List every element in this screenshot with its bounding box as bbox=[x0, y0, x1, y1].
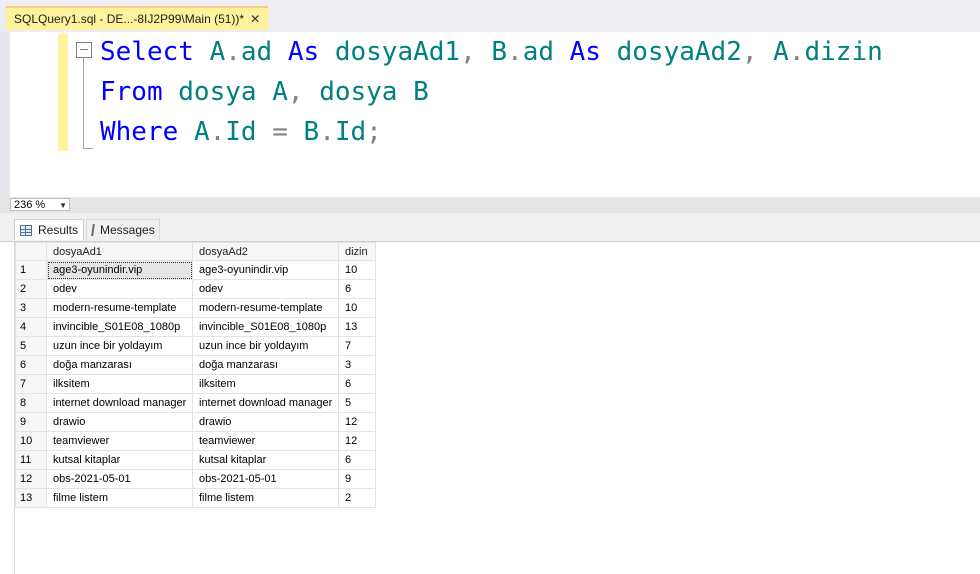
row-number[interactable]: 7 bbox=[15, 374, 47, 394]
outline-end bbox=[83, 148, 93, 149]
cell-dosyaAd1[interactable]: obs-2021-05-01 bbox=[46, 469, 193, 489]
row-number[interactable]: 8 bbox=[15, 393, 47, 413]
table-row[interactable]: 10 teamviewer teamviewer 12 bbox=[15, 431, 376, 451]
cell-dizin[interactable]: 7 bbox=[338, 336, 376, 356]
table-row[interactable]: 2 odev odev 6 bbox=[15, 279, 376, 299]
cell-dosyaAd1[interactable]: teamviewer bbox=[46, 431, 193, 451]
cell-dosyaAd2[interactable]: obs-2021-05-01 bbox=[192, 469, 339, 489]
table-row[interactable]: 1 age3-oyunindir.vip age3-oyunindir.vip 10 bbox=[15, 260, 376, 280]
cell-dosyaAd1[interactable]: kutsal kitaplar bbox=[46, 450, 193, 470]
cell-dosyaAd2[interactable]: internet download manager bbox=[192, 393, 339, 413]
cell-dizin[interactable]: 6 bbox=[338, 279, 376, 299]
row-number[interactable]: 13 bbox=[15, 488, 47, 508]
cell-dosyaAd1[interactable]: doğa manzarası bbox=[46, 355, 193, 375]
cell-dosyaAd2[interactable]: teamviewer bbox=[192, 431, 339, 451]
table-row[interactable]: 6 doğa manzarası doğa manzarası 3 bbox=[15, 355, 376, 375]
cell-dizin[interactable]: 12 bbox=[338, 412, 376, 432]
editor-status-bar: 236 % ▼ bbox=[0, 197, 980, 213]
chevron-down-icon[interactable]: ▼ bbox=[59, 199, 67, 212]
document-tab-strip: SQLQuery1.sql - DE...-8IJ2P99\Main (51))… bbox=[0, 0, 980, 32]
zoom-dropdown[interactable]: 236 % ▼ bbox=[10, 198, 70, 211]
results-tab-strip: Results Messages bbox=[0, 213, 980, 242]
tab-messages[interactable]: Messages bbox=[86, 219, 160, 240]
table-row[interactable]: 5 uzun ince bir yoldayım uzun ince bir yol… bbox=[15, 336, 376, 356]
collapse-outline-icon[interactable] bbox=[76, 42, 92, 58]
column-header-dizin[interactable]: dizin bbox=[338, 242, 376, 261]
cell-dosyaAd2[interactable]: odev bbox=[192, 279, 339, 299]
cell-dosyaAd1[interactable]: drawio bbox=[46, 412, 193, 432]
results-grid[interactable]: dosyaAd1 dosyaAd2 dizin 1 age3-oyunindir.… bbox=[14, 242, 980, 574]
cell-dizin[interactable]: 13 bbox=[338, 317, 376, 337]
messages-icon bbox=[91, 224, 95, 236]
row-number[interactable]: 1 bbox=[15, 260, 47, 280]
cell-dizin[interactable]: 10 bbox=[338, 298, 376, 318]
column-header-dosyaAd1[interactable]: dosyaAd1 bbox=[46, 242, 193, 261]
row-number[interactable]: 9 bbox=[15, 412, 47, 432]
grid-icon bbox=[20, 224, 32, 236]
sql-code[interactable]: Select A.ad As dosyaAd1, B.ad As dosyaAd… bbox=[100, 32, 883, 152]
tab-results[interactable]: Results bbox=[14, 219, 84, 240]
cell-dizin[interactable]: 6 bbox=[338, 450, 376, 470]
close-icon[interactable]: ✕ bbox=[250, 8, 260, 30]
cell-dosyaAd2[interactable]: drawio bbox=[192, 412, 339, 432]
cell-dosyaAd1[interactable]: age3-oyunindir.vip bbox=[46, 260, 193, 280]
table-row[interactable]: 13 filme listem filme listem 2 bbox=[15, 488, 376, 508]
table-row[interactable]: 11 kutsal kitaplar kutsal kitaplar 6 bbox=[15, 450, 376, 470]
change-bar bbox=[58, 34, 68, 151]
cell-dosyaAd2[interactable]: age3-oyunindir.vip bbox=[192, 260, 339, 280]
cell-dizin[interactable]: 9 bbox=[338, 469, 376, 489]
cell-dosyaAd2[interactable]: ilksitem bbox=[192, 374, 339, 394]
cell-dosyaAd2[interactable]: filme listem bbox=[192, 488, 339, 508]
row-number[interactable]: 2 bbox=[15, 279, 47, 299]
cell-dizin[interactable]: 3 bbox=[338, 355, 376, 375]
tab-title: SQLQuery1.sql - DE...-8IJ2P99\Main (51))… bbox=[14, 12, 245, 26]
cell-dosyaAd2[interactable]: doğa manzarası bbox=[192, 355, 339, 375]
code-line-2: From dosya A, dosya B bbox=[100, 77, 429, 107]
row-number[interactable]: 11 bbox=[15, 450, 47, 470]
column-header-dosyaAd2[interactable]: dosyaAd2 bbox=[192, 242, 339, 261]
query-editor[interactable]: Select A.ad As dosyaAd1, B.ad As dosyaAd… bbox=[10, 32, 980, 197]
cell-dosyaAd1[interactable]: ilksitem bbox=[46, 374, 193, 394]
table-row[interactable]: 9 drawio drawio 12 bbox=[15, 412, 376, 432]
table-row[interactable]: 3 modern-resume-template modern-resume-tem… bbox=[15, 298, 376, 318]
row-number[interactable]: 10 bbox=[15, 431, 47, 451]
corner-cell[interactable] bbox=[15, 242, 47, 261]
cell-dosyaAd1[interactable]: odev bbox=[46, 279, 193, 299]
cell-dosyaAd2[interactable]: kutsal kitaplar bbox=[192, 450, 339, 470]
cell-dosyaAd2[interactable]: modern-resume-template bbox=[192, 298, 339, 318]
cell-dosyaAd1[interactable]: modern-resume-template bbox=[46, 298, 193, 318]
tab-messages-label: Messages bbox=[100, 222, 155, 237]
code-line-1: Select A.ad As dosyaAd1, B.ad As dosyaAd… bbox=[100, 37, 883, 67]
horizontal-scrollbar[interactable] bbox=[74, 199, 980, 211]
row-number[interactable]: 4 bbox=[15, 317, 47, 337]
header-row: dosyaAd1 dosyaAd2 dizin bbox=[15, 242, 376, 261]
tab-results-label: Results bbox=[37, 222, 78, 237]
cell-dizin[interactable]: 12 bbox=[338, 431, 376, 451]
row-number[interactable]: 3 bbox=[15, 298, 47, 318]
results-table: dosyaAd1 dosyaAd2 dizin 1 age3-oyunindir.… bbox=[15, 242, 376, 508]
outline-line bbox=[83, 58, 84, 148]
cell-dosyaAd1[interactable]: invincible_S01E08_1080p bbox=[46, 317, 193, 337]
tab-sqlquery1[interactable]: SQLQuery1.sql - DE...-8IJ2P99\Main (51))… bbox=[6, 6, 269, 30]
table-row[interactable]: 8 internet download manager internet downl… bbox=[15, 393, 376, 413]
row-number[interactable]: 6 bbox=[15, 355, 47, 375]
editor-left-margin bbox=[0, 32, 10, 212]
table-row[interactable]: 4 invincible_S01E08_1080p invincible_S01E0… bbox=[15, 317, 376, 337]
cell-dizin[interactable]: 2 bbox=[338, 488, 376, 508]
table-row[interactable]: 7 ilksitem ilksitem 6 bbox=[15, 374, 376, 394]
cell-dizin[interactable]: 5 bbox=[338, 393, 376, 413]
cell-dosyaAd1[interactable]: uzun ince bir yoldayım bbox=[46, 336, 193, 356]
zoom-value: 236 % bbox=[14, 199, 46, 211]
cell-dosyaAd1[interactable]: internet download manager bbox=[46, 393, 193, 413]
cell-dosyaAd2[interactable]: uzun ince bir yoldayım bbox=[192, 336, 339, 356]
code-line-3: Where A.Id = B.Id; bbox=[100, 117, 382, 147]
row-number[interactable]: 12 bbox=[15, 469, 47, 489]
cell-dizin[interactable]: 6 bbox=[338, 374, 376, 394]
row-number[interactable]: 5 bbox=[15, 336, 47, 356]
cell-dizin[interactable]: 10 bbox=[338, 260, 376, 280]
cell-dosyaAd1[interactable]: filme listem bbox=[46, 488, 193, 508]
table-row[interactable]: 12 obs-2021-05-01 obs-2021-05-01 9 bbox=[15, 469, 376, 489]
cell-dosyaAd2[interactable]: invincible_S01E08_1080p bbox=[192, 317, 339, 337]
